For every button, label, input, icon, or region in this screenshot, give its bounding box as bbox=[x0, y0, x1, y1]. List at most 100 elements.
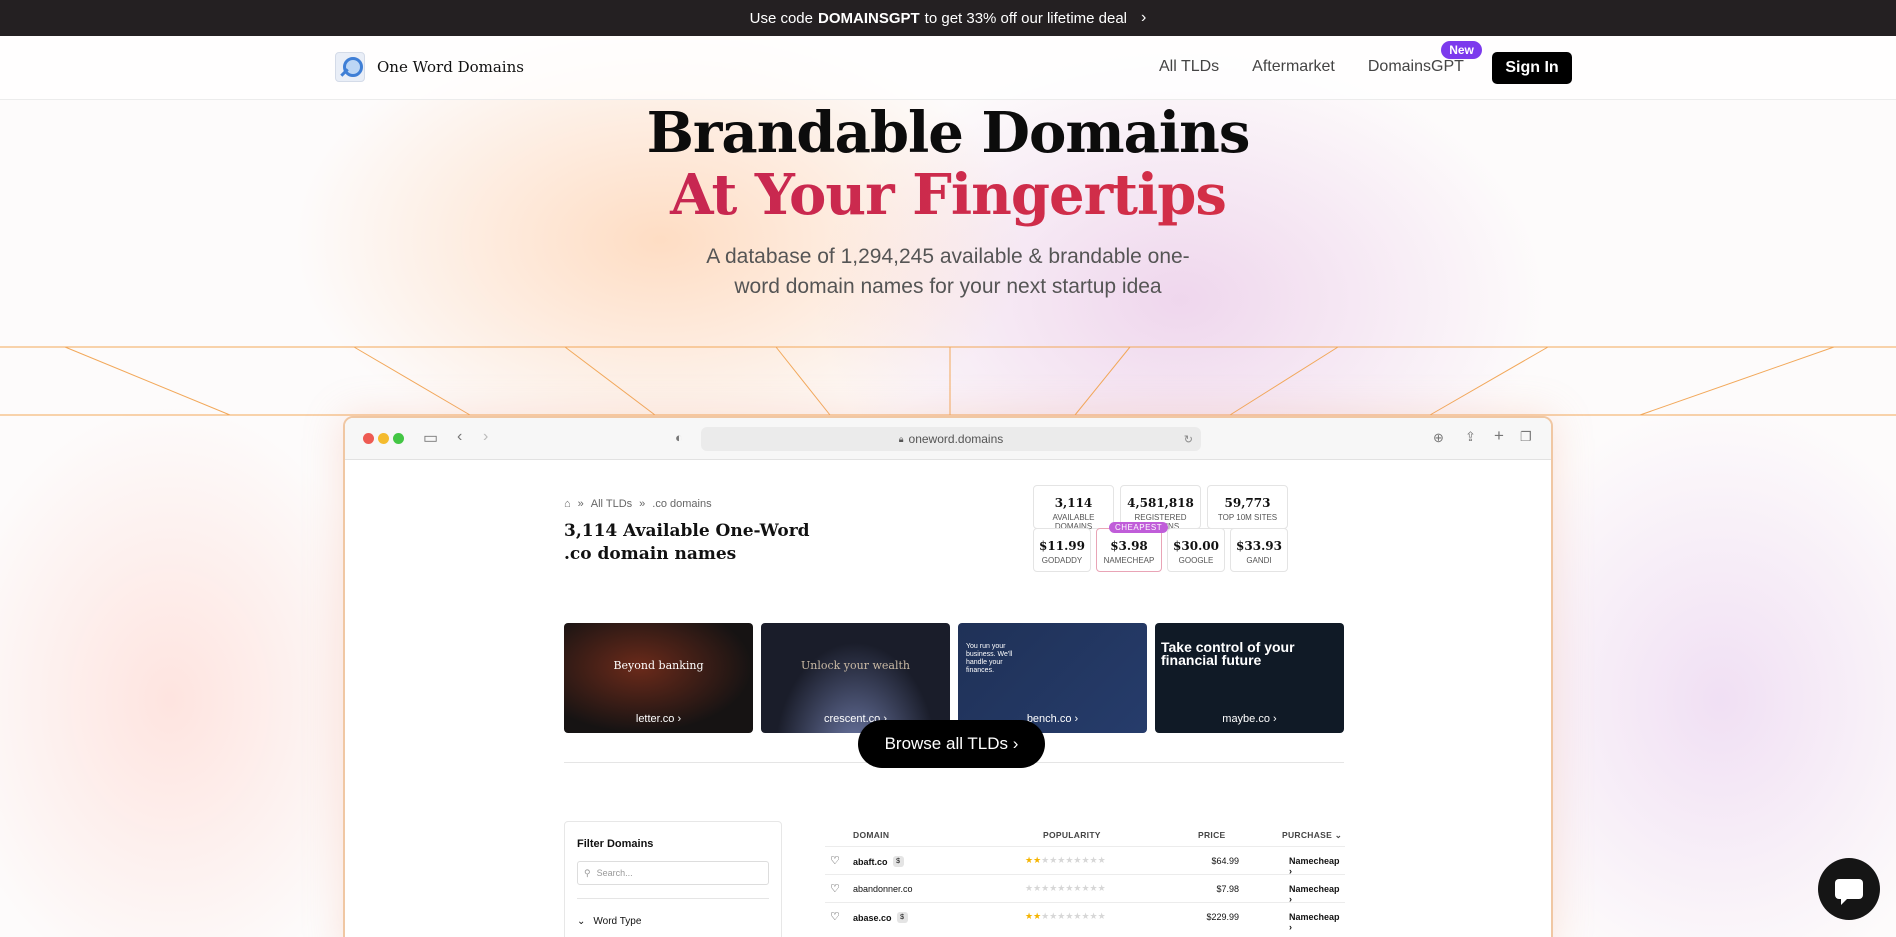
chevron-right-icon: › bbox=[1141, 9, 1147, 26]
showcase-crescent: Unlock your wealth crescent.co › bbox=[761, 623, 950, 733]
maximize-dot-icon bbox=[393, 433, 404, 444]
purchase-link[interactable]: Namecheap › bbox=[1289, 856, 1345, 876]
showcase-letter: Beyond banking letter.co › bbox=[564, 623, 753, 733]
showcase-headline: Unlock your wealth bbox=[800, 659, 910, 672]
inner-page-title: 3,114 Available One-Word .co domain name… bbox=[564, 521, 810, 564]
stat-available: 3,114 Available domains bbox=[1033, 485, 1114, 531]
brand-name: One Word Domains bbox=[377, 58, 524, 76]
price-cell: $7.98 bbox=[1216, 884, 1239, 894]
price-label: Namecheap bbox=[1103, 556, 1155, 565]
nav-link-domainsgpt[interactable]: DomainsGPT New bbox=[1367, 41, 1482, 76]
breadcrumb-separator-icon: » bbox=[577, 498, 584, 510]
stat-value: 4,581,818 bbox=[1127, 496, 1194, 510]
showcase-caption: maybe.co › bbox=[1222, 713, 1277, 725]
search-icon: ⚲ bbox=[584, 867, 591, 878]
hero-title-line1: Brandable Domains bbox=[646, 100, 1251, 166]
reload-icon: ↻ bbox=[1183, 433, 1193, 446]
table-row[interactable]: ♡ abandonner.co ★★★★★★★★★★ $7.98 Nameche… bbox=[825, 874, 1345, 904]
search-placeholder: Search... bbox=[596, 868, 633, 878]
showcase-maybe: Take control of your financial future ma… bbox=[1155, 623, 1344, 733]
domain-name: abandonner.co bbox=[853, 884, 913, 894]
heart-icon[interactable]: ♡ bbox=[830, 882, 840, 895]
domain-name: abase.co bbox=[853, 912, 892, 923]
price-value: $30.00 bbox=[1173, 539, 1219, 553]
hero-subtitle: A database of 1,294,245 available & bran… bbox=[706, 245, 1190, 298]
brand-logo[interactable]: One Word Domains bbox=[335, 52, 524, 82]
promo-suffix: to get 33% off our lifetime deal bbox=[924, 9, 1128, 27]
purchase-link[interactable]: Namecheap › bbox=[1289, 884, 1345, 904]
col-header-price[interactable]: PRICE bbox=[1198, 830, 1225, 840]
stat-value: 59,773 bbox=[1224, 496, 1271, 510]
sidebar-icon: ▭ bbox=[423, 430, 439, 447]
promo-code: DOMAINSGPT bbox=[818, 9, 920, 27]
breadcrumb-separator-icon: » bbox=[639, 498, 646, 510]
table-row[interactable]: ♡ abaft.co $ ★★★★★★★★★★ $64.99 Namecheap… bbox=[825, 846, 1345, 876]
new-badge: New bbox=[1441, 41, 1482, 59]
tabs-overview-icon: ❐ bbox=[1520, 429, 1532, 444]
popularity-stars: ★★★★★★★★★★ bbox=[1025, 883, 1106, 893]
heart-icon[interactable]: ♡ bbox=[830, 854, 840, 867]
chevron-down-icon: ⌄ bbox=[577, 916, 586, 927]
domain-name: abaft.co bbox=[853, 856, 888, 867]
popularity-stars: ★★★★★★★★★★ bbox=[1025, 855, 1106, 865]
price-godaddy: $11.99 GoDaddy bbox=[1033, 528, 1091, 572]
price-label: GoDaddy bbox=[1041, 556, 1083, 565]
price-value: $11.99 bbox=[1039, 539, 1085, 553]
chevron-down-icon: ⌄ bbox=[1334, 830, 1343, 840]
word-type-toggle[interactable]: ⌄ Word Type bbox=[577, 916, 641, 927]
col-header-purchase[interactable]: PURCHASE ⌄ bbox=[1282, 830, 1342, 841]
col-header-domain[interactable]: DOMAIN bbox=[853, 830, 889, 840]
perspective-grid-lines bbox=[0, 346, 1896, 416]
sign-in-button[interactable]: Sign In bbox=[1492, 52, 1572, 84]
breadcrumb-all-tlds: All TLDs bbox=[590, 498, 633, 510]
popularity-stars: ★★★★★★★★★★ bbox=[1025, 911, 1106, 921]
chat-icon bbox=[1835, 879, 1863, 905]
filter-panel: Filter Domains ⚲ Search... ⌄ Word Type bbox=[564, 821, 782, 937]
stat-label: Top 10M sites bbox=[1217, 513, 1278, 522]
nav-link-aftermarket[interactable]: Aftermarket bbox=[1252, 58, 1335, 76]
showcase-bench: You run your business. We'll handle your… bbox=[958, 623, 1147, 733]
minimize-dot-icon bbox=[378, 433, 389, 444]
price-gandi: $33.93 Gandi bbox=[1230, 528, 1288, 572]
browser-toolbar: ▭ ‹ › ◐ 🔒︎ oneword.domains ↻ ⊕ ⇪ + ❐ bbox=[345, 418, 1551, 460]
cheapest-badge: CHEAPEST bbox=[1109, 522, 1169, 533]
address-bar-url: oneword.domains bbox=[908, 432, 1004, 446]
hero-title-line2: At Your Fingertips bbox=[0, 162, 1896, 228]
top-nav: One Word Domains All TLDs Aftermarket Do… bbox=[0, 36, 1896, 100]
price-label: Google bbox=[1178, 556, 1214, 565]
nav-link-all-tlds[interactable]: All TLDs bbox=[1159, 58, 1219, 76]
domain-cell: abaft.co $ bbox=[853, 856, 904, 867]
domain-cell: abase.co $ bbox=[853, 912, 908, 923]
promo-banner[interactable]: Use code DOMAINSGPT to get 33% off our l… bbox=[0, 0, 1896, 36]
stat-top-sites: 59,773 Top 10M sites bbox=[1207, 485, 1288, 529]
col-header-purchase-label: PURCHASE bbox=[1282, 830, 1333, 840]
nav-link-domainsgpt-label: DomainsGPT bbox=[1367, 58, 1464, 75]
table-row[interactable]: ♡ abase.co $ ★★★★★★★★★★ $229.99 Namechea… bbox=[825, 902, 1345, 932]
price-cell: $64.99 bbox=[1211, 856, 1239, 866]
premium-dollar-icon: $ bbox=[892, 856, 904, 867]
price-value: $3.98 bbox=[1110, 539, 1148, 553]
back-icon: ‹ bbox=[457, 428, 463, 445]
showcase-headline: You run your business. We'll handle your… bbox=[966, 643, 1013, 674]
share-icon: ⇪ bbox=[1465, 429, 1476, 444]
price-label: Gandi bbox=[1246, 556, 1272, 565]
stat-value: 3,114 bbox=[1054, 496, 1093, 510]
price-namecheap: CHEAPEST $3.98 Namecheap bbox=[1096, 522, 1169, 572]
filter-divider bbox=[577, 898, 769, 899]
filter-search-input[interactable]: ⚲ Search... bbox=[577, 861, 769, 885]
magnifier-logo-icon bbox=[335, 52, 365, 82]
price-value: $33.93 bbox=[1236, 539, 1282, 553]
showcase-caption: letter.co › bbox=[635, 713, 682, 725]
forward-icon: › bbox=[483, 428, 489, 445]
purchase-link[interactable]: Namecheap › bbox=[1289, 912, 1345, 932]
col-header-popularity[interactable]: POPULARITY bbox=[1043, 830, 1101, 840]
chat-button[interactable] bbox=[1818, 858, 1880, 920]
breadcrumb: ⌂ » All TLDs » .co domains bbox=[564, 498, 712, 510]
price-cell: $229.99 bbox=[1206, 912, 1239, 922]
lock-icon: 🔒︎ bbox=[898, 433, 904, 444]
breadcrumb-co-domains: .co domains bbox=[652, 498, 712, 510]
home-icon: ⌂ bbox=[564, 498, 571, 510]
domain-cell: abandonner.co bbox=[853, 884, 913, 894]
heart-icon[interactable]: ♡ bbox=[830, 910, 840, 923]
browse-all-tlds-button[interactable]: Browse all TLDs › bbox=[858, 720, 1045, 768]
